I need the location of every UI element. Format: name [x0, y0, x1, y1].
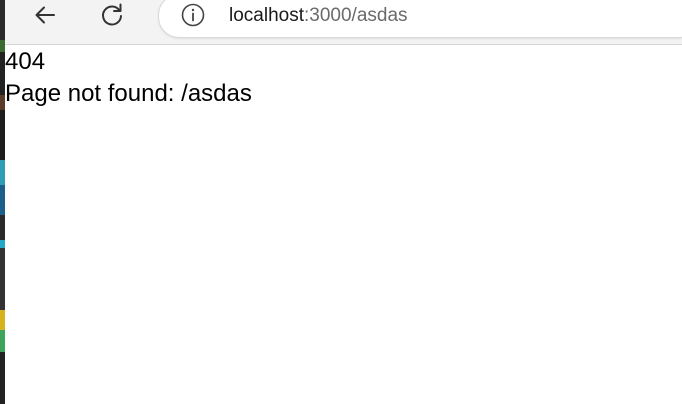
browser-toolbar: localhost:3000/asdas — [5, 0, 682, 45]
reload-icon — [98, 1, 126, 34]
address-bar[interactable]: localhost:3000/asdas — [158, 0, 682, 38]
status-code: 404 — [5, 48, 46, 75]
error-message: Page not found: /asdas — [5, 80, 252, 107]
back-button[interactable] — [27, 0, 63, 34]
reload-button[interactable] — [94, 0, 130, 34]
back-arrow-icon — [32, 2, 58, 33]
url-path: :3000/asdas — [304, 5, 408, 26]
info-icon[interactable] — [180, 2, 206, 28]
url-host: localhost — [229, 5, 304, 26]
screen: localhost:3000/asdas 404 Page not found:… — [0, 0, 682, 404]
url-text[interactable]: localhost:3000/asdas — [229, 5, 408, 27]
page-content: 404 Page not found: /asdas — [5, 45, 682, 404]
